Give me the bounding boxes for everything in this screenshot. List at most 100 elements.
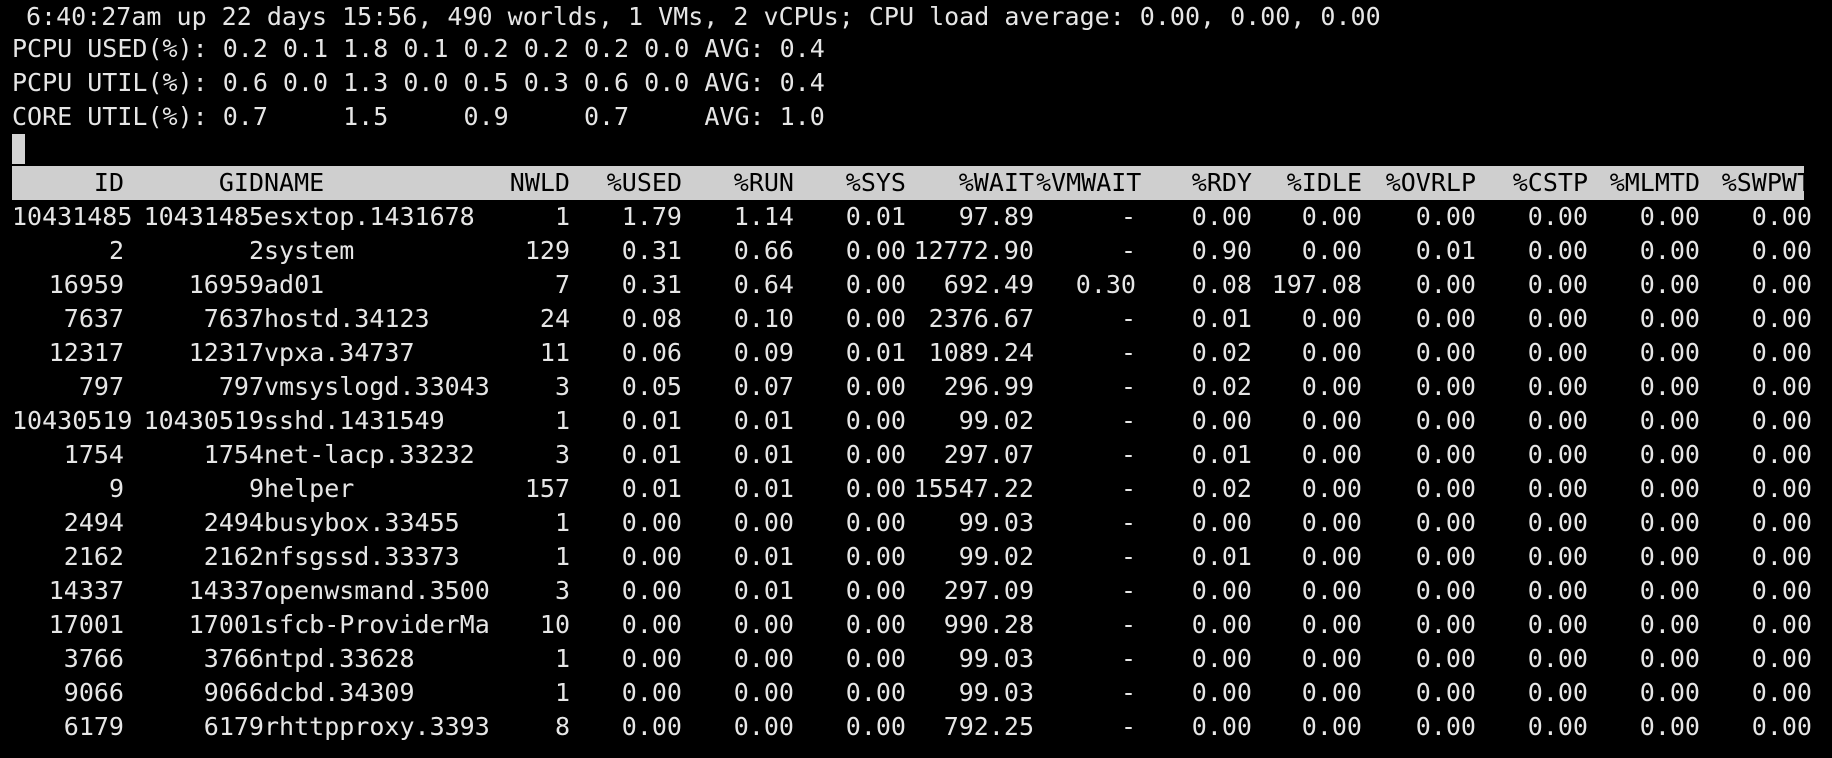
cell-wait: 97.89 [958, 202, 1034, 231]
cell-gid: 2494 [203, 508, 264, 537]
cell-nwld: 24 [539, 304, 570, 333]
cell-cstp: 0.00 [1527, 338, 1588, 367]
cell-idle: 0.00 [1301, 678, 1362, 707]
cell-vmwait: - [1120, 406, 1136, 435]
cell-used: 0.01 [621, 474, 682, 503]
cell-used: 0.00 [621, 610, 682, 639]
cell-cstp: 0.00 [1527, 644, 1588, 673]
cell-id: 6179 [63, 712, 124, 741]
cell-cstp: 0.00 [1527, 236, 1588, 265]
cell-idle: 0.00 [1301, 338, 1362, 367]
cell-nwld: 1 [554, 508, 570, 537]
cell-ovrlp: 0.00 [1415, 338, 1476, 367]
column-header-ovrlp: %OVRLP [1385, 168, 1476, 197]
cell-run: 0.10 [733, 304, 794, 333]
cell-mlmtd: 0.00 [1639, 304, 1700, 333]
cell-idle: 0.00 [1301, 202, 1362, 231]
cell-vmwait: - [1120, 576, 1136, 605]
table-row: 2162 2162 nfsgssd.33373 1 0.00 0.01 0.00 99.02-… [12, 540, 1812, 574]
table-row: 9 9 helper 157 0.01 0.01 0.00 15547.22-0.02 0.00… [12, 472, 1812, 506]
cell-mlmtd: 0.00 [1639, 372, 1700, 401]
cell-gid: 797 [218, 372, 264, 401]
cell-swpwt: 0.00 [1751, 202, 1812, 231]
cell-sys: 0.01 [845, 338, 906, 367]
cell-nwld: 11 [539, 338, 570, 367]
column-header-vmwait: %VMWAIT [1036, 168, 1142, 197]
terminal-cursor [12, 134, 25, 164]
cell-wait: 296.99 [943, 372, 1034, 401]
cell-cstp: 0.00 [1527, 610, 1588, 639]
cell-sys: 0.00 [845, 304, 906, 333]
cell-gid: 6179 [203, 712, 264, 741]
cell-vmwait: 0.30 [1075, 270, 1136, 299]
cell-mlmtd: 0.00 [1639, 508, 1700, 537]
cell-name: hostd.34123 [264, 304, 430, 333]
cell-swpwt: 0.00 [1751, 338, 1812, 367]
cell-id: 2 [108, 236, 124, 265]
cell-id: 10431485 [12, 202, 133, 231]
cell-idle: 0.00 [1301, 406, 1362, 435]
cell-used: 0.00 [621, 712, 682, 741]
cell-name: helper [264, 474, 355, 503]
cell-ovrlp: 0.00 [1415, 610, 1476, 639]
cell-idle: 0.00 [1301, 304, 1362, 333]
cell-nwld: 3 [554, 440, 570, 469]
cell-used: 0.00 [621, 576, 682, 605]
cell-mlmtd: 0.00 [1639, 202, 1700, 231]
cell-ovrlp: 0.00 [1415, 202, 1476, 231]
cell-run: 0.00 [733, 712, 794, 741]
cell-ovrlp: 0.00 [1415, 406, 1476, 435]
cell-used: 0.05 [621, 372, 682, 401]
cell-rdy: 0.02 [1191, 372, 1252, 401]
cell-ovrlp: 0.00 [1415, 678, 1476, 707]
column-header-name: NAME [264, 168, 325, 197]
cell-gid: 12317 [188, 338, 264, 367]
cell-wait: 99.03 [958, 678, 1034, 707]
cell-rdy: 0.00 [1191, 712, 1252, 741]
cell-sys: 0.00 [845, 576, 906, 605]
cell-gid: 17001 [188, 610, 264, 639]
cell-swpwt: 0.00 [1751, 712, 1812, 741]
cell-name: vpxa.34737 [264, 338, 415, 367]
column-header-used: %USED [606, 168, 682, 197]
cell-used: 0.00 [621, 542, 682, 571]
cell-vmwait: - [1120, 202, 1136, 231]
cell-ovrlp: 0.00 [1415, 474, 1476, 503]
cell-rdy: 0.00 [1191, 508, 1252, 537]
column-header-run: %RUN [733, 168, 794, 197]
cell-name: rhttpproxy.3393 [264, 712, 490, 741]
cell-sys: 0.00 [845, 712, 906, 741]
cell-vmwait: - [1120, 678, 1136, 707]
cell-name: nfsgssd.33373 [264, 542, 460, 571]
cell-mlmtd: 0.00 [1639, 236, 1700, 265]
cell-id: 2494 [63, 508, 124, 537]
cell-name: dcbd.34309 [264, 678, 415, 707]
cell-used: 0.00 [621, 508, 682, 537]
cell-vmwait: - [1120, 236, 1136, 265]
table-row: 3766 3766 ntpd.33628 1 0.00 0.00 0.00 99.03-0.0… [12, 642, 1812, 676]
cell-mlmtd: 0.00 [1639, 678, 1700, 707]
cell-name: net-lacp.33232 [264, 440, 475, 469]
cell-mlmtd: 0.00 [1639, 712, 1700, 741]
cell-rdy: 0.00 [1191, 610, 1252, 639]
cell-swpwt: 0.00 [1751, 440, 1812, 469]
cell-gid: 9066 [203, 678, 264, 707]
cell-id: 9066 [63, 678, 124, 707]
cell-wait: 1089.24 [928, 338, 1034, 367]
cell-vmwait: - [1120, 372, 1136, 401]
column-header-bar: ID GID NAME NWLD %USED %RUN %SYS %WAIT %VMWAIT %R… [12, 166, 1812, 200]
cell-gid: 2 [248, 236, 264, 265]
cell-nwld: 3 [554, 372, 570, 401]
cell-id: 17001 [48, 610, 124, 639]
cell-idle: 0.00 [1301, 644, 1362, 673]
cell-nwld: 7 [554, 270, 570, 299]
cell-idle: 0.00 [1301, 576, 1362, 605]
cell-wait: 15547.22 [913, 474, 1034, 503]
cell-run: 0.64 [733, 270, 794, 299]
cell-vmwait: - [1120, 610, 1136, 639]
cell-gid: 9 [248, 474, 264, 503]
cell-sys: 0.00 [845, 542, 906, 571]
cell-mlmtd: 0.00 [1639, 270, 1700, 299]
cell-swpwt: 0.00 [1751, 576, 1812, 605]
cell-sys: 0.00 [845, 610, 906, 639]
